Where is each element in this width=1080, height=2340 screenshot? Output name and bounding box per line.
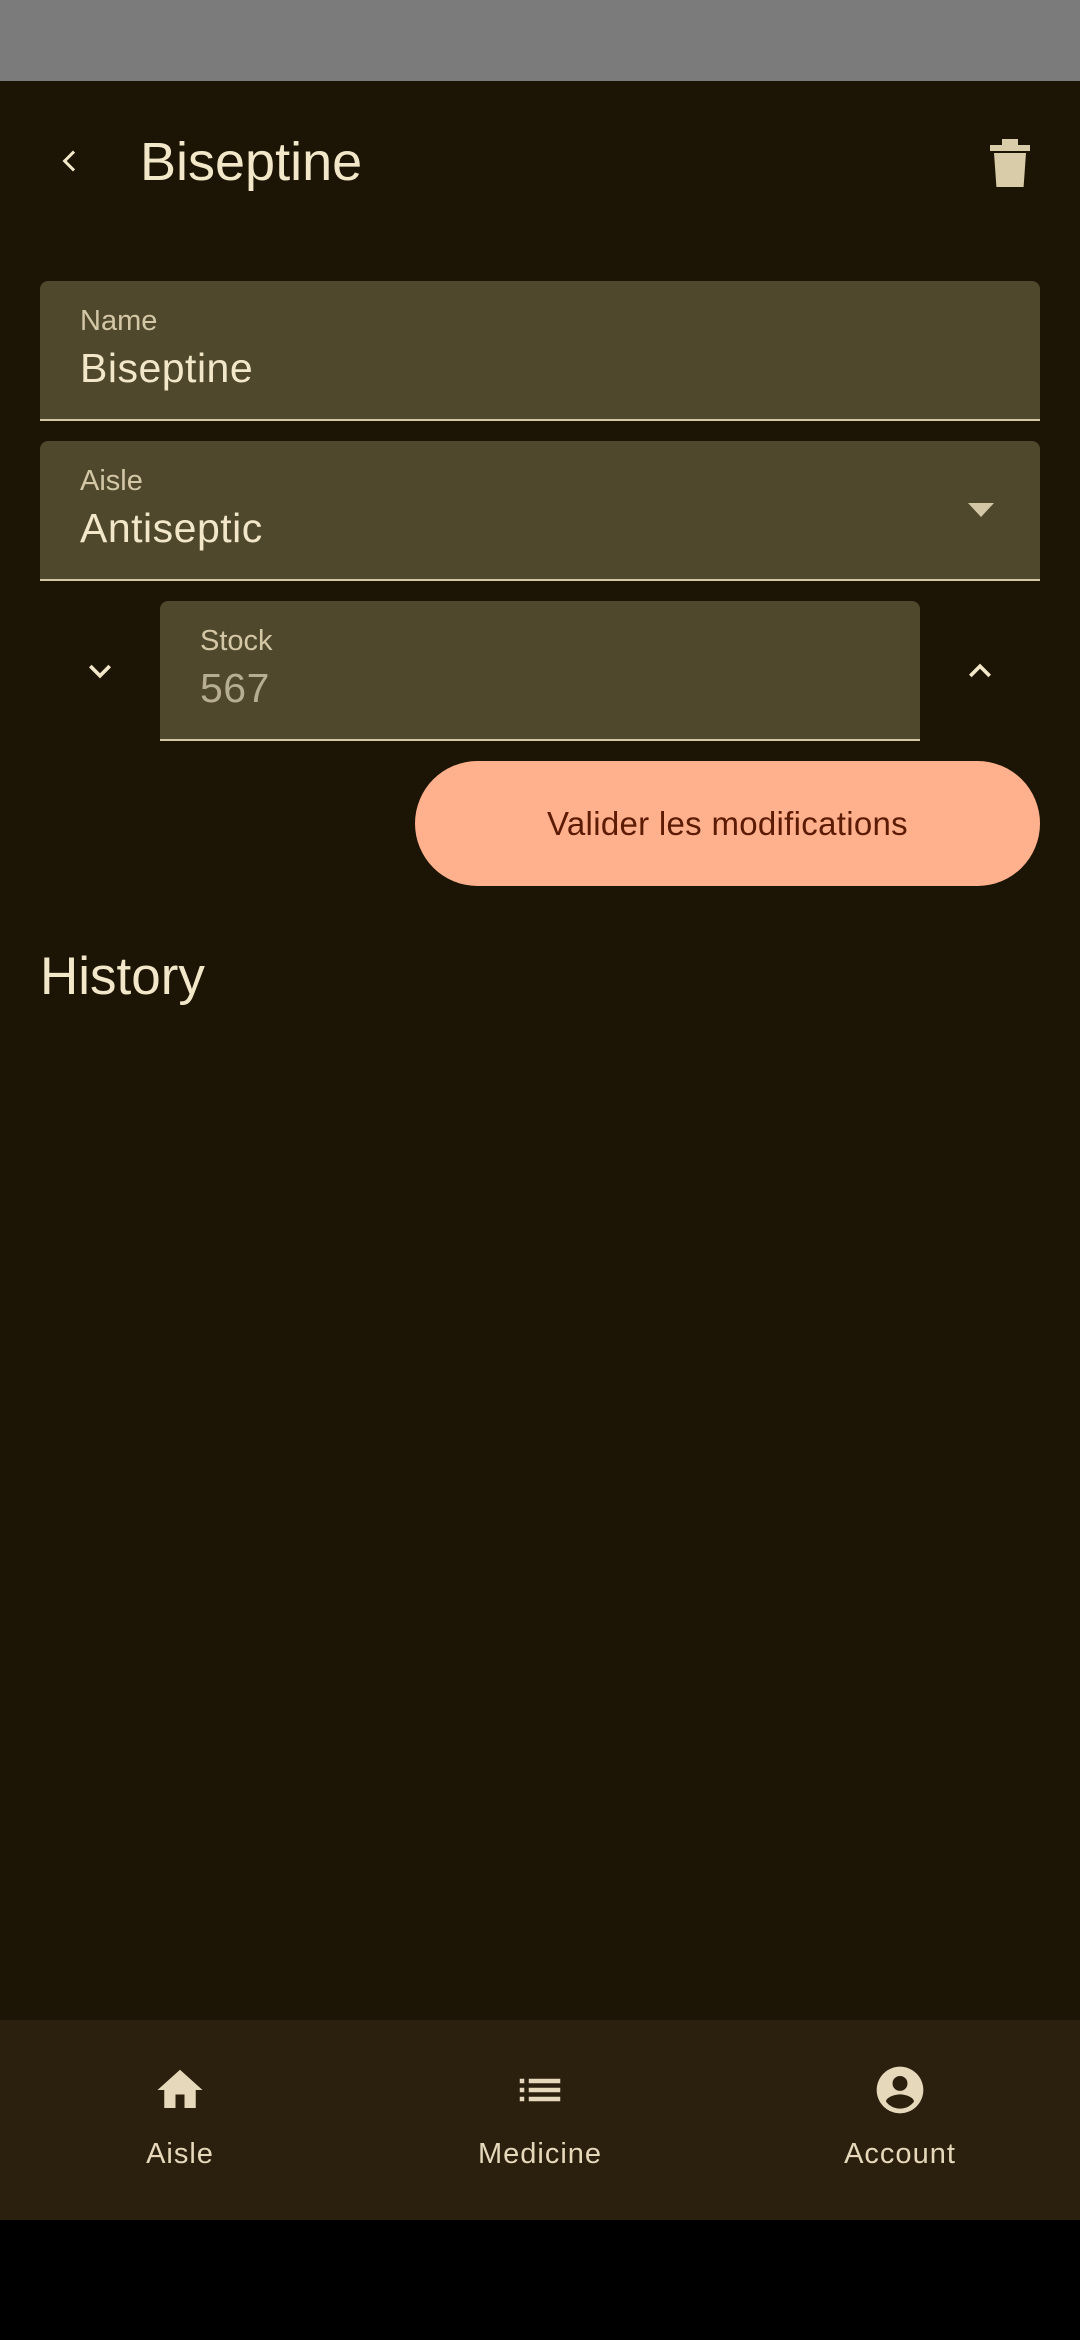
stock-field-value: 567 bbox=[200, 665, 270, 711]
aisle-select-value: Antiseptic bbox=[80, 505, 263, 551]
chevron-down-icon bbox=[89, 664, 111, 679]
bottom-navigation: Aisle Medicine Account bbox=[0, 2020, 1080, 2220]
system-gesture-area bbox=[0, 2220, 1080, 2340]
back-button[interactable] bbox=[40, 121, 100, 201]
nav-item-label: Account bbox=[844, 2138, 956, 2170]
stock-field[interactable]: Stock 567 bbox=[160, 601, 920, 741]
page-title: Biseptine bbox=[140, 132, 363, 192]
name-field[interactable]: Name Biseptine bbox=[40, 281, 1040, 421]
top-app-bar: Biseptine bbox=[0, 81, 1080, 241]
arrow-back-icon bbox=[62, 150, 76, 172]
home-icon bbox=[157, 2069, 203, 2108]
trash-icon bbox=[990, 139, 1030, 187]
aisle-select[interactable]: Aisle Antiseptic bbox=[40, 441, 1040, 581]
chevron-up-icon bbox=[969, 663, 991, 678]
decrement-stock-button[interactable] bbox=[60, 631, 140, 711]
status-bar bbox=[0, 0, 1080, 81]
name-field-value: Biseptine bbox=[80, 345, 254, 391]
aisle-select-label: Aisle bbox=[80, 465, 143, 497]
nav-item-medicine[interactable]: Medicine bbox=[360, 2020, 720, 2220]
nav-item-label: Aisle bbox=[146, 2138, 214, 2170]
dropdown-arrow-icon[interactable] bbox=[968, 503, 994, 517]
delete-button[interactable] bbox=[980, 133, 1040, 193]
account-circle-icon bbox=[876, 2066, 924, 2114]
increment-stock-button[interactable] bbox=[940, 631, 1020, 711]
nav-item-account[interactable]: Account bbox=[720, 2020, 1080, 2220]
nav-item-aisle[interactable]: Aisle bbox=[0, 2020, 360, 2220]
list-icon bbox=[519, 2078, 561, 2102]
name-field-label: Name bbox=[80, 305, 158, 337]
history-heading: History bbox=[40, 947, 205, 1006]
validate-changes-button[interactable]: Valider les modifications bbox=[415, 761, 1040, 886]
stock-field-label: Stock bbox=[200, 625, 273, 657]
nav-item-label: Medicine bbox=[477, 2138, 603, 2170]
